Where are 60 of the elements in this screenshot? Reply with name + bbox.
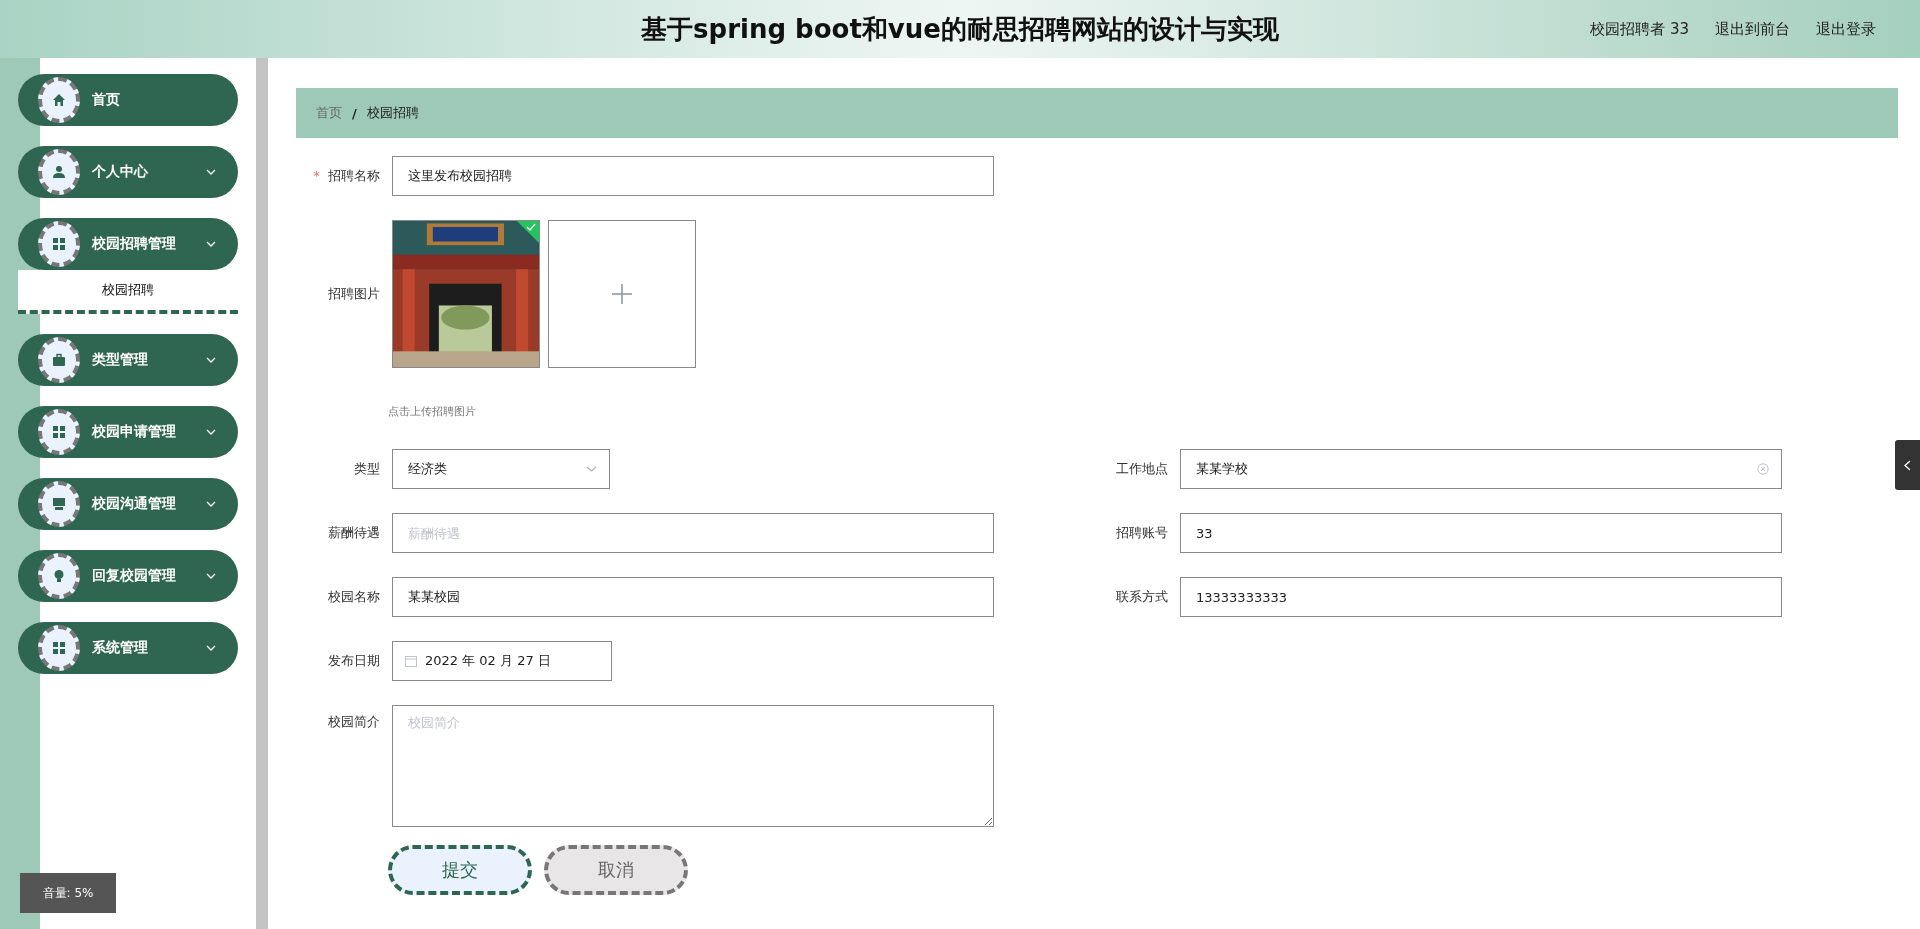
field-label: 发布日期 <box>328 653 380 668</box>
scrollbar[interactable] <box>256 58 268 929</box>
date-field[interactable]: 2022 年 02 月 27 日 <box>392 641 612 681</box>
volume-toast: 音量: 5% <box>20 873 116 913</box>
input-field[interactable]: 某某学校 <box>1180 449 1782 489</box>
chevron-icon <box>206 573 216 579</box>
field-label: 校园名称 <box>328 589 380 604</box>
input-field[interactable]: 这里发布校园招聘 <box>392 156 994 196</box>
menu-item[interactable]: 系统管理 <box>18 622 238 674</box>
field-label: 工作地点 <box>1116 461 1168 476</box>
input-field[interactable]: 某某校园 <box>392 577 994 617</box>
plus-icon <box>612 284 632 304</box>
upload-button[interactable] <box>548 220 696 368</box>
calendar-icon <box>405 655 417 667</box>
field-label: 校园简介 <box>328 714 380 729</box>
briefcase-icon <box>38 337 80 383</box>
menu-item[interactable]: 类型管理 <box>18 334 238 386</box>
header-link[interactable]: 退出登录 <box>1816 19 1876 39</box>
field-label: 招聘名称 <box>328 168 380 183</box>
field-label: 联系方式 <box>1116 589 1168 604</box>
menu-item[interactable]: 校园招聘管理 <box>18 218 238 270</box>
menu-item[interactable]: 首页 <box>18 74 238 126</box>
chevron-icon <box>586 466 597 472</box>
user-label: 校园招聘者 33 <box>1590 19 1689 39</box>
field-label: 薪酬待遇 <box>328 525 380 540</box>
required-mark: * <box>313 168 320 183</box>
chevron-icon <box>206 501 216 507</box>
chevron-icon <box>206 357 216 363</box>
menu-item[interactable]: 个人中心 <box>18 146 238 198</box>
site-title: 基于spring boot和vue的耐思招聘网站的设计与实现 <box>641 12 1279 46</box>
input-field[interactable]: 13333333333 <box>1180 577 1782 617</box>
menu-item[interactable]: 校园沟通管理 <box>18 478 238 530</box>
breadcrumb-separator: / <box>352 105 357 121</box>
upload-hint: 点击上传招聘图片 <box>388 404 477 419</box>
menu-item[interactable]: 校园申请管理 <box>18 406 238 458</box>
field-label: 招聘图片 <box>328 286 380 301</box>
cancel-button[interactable]: 取消 <box>544 845 688 895</box>
select-field[interactable]: 经济类 <box>392 449 610 489</box>
collapse-handle[interactable] <box>1895 440 1920 490</box>
user-icon <box>38 149 80 195</box>
chevron-icon <box>206 169 216 175</box>
field-label: 招聘账号 <box>1116 525 1168 540</box>
input-field[interactable]: 33 <box>1180 513 1782 553</box>
submit-button[interactable]: 提交 <box>388 845 532 895</box>
menu-item[interactable]: 回复校园管理 <box>18 550 238 602</box>
chevron-icon <box>206 429 216 435</box>
bulb-icon <box>38 553 80 599</box>
chevron-icon <box>206 645 216 651</box>
chevron-icon <box>1904 459 1911 471</box>
header-link[interactable]: 退出到前台 <box>1715 19 1790 39</box>
breadcrumb-item: 校园招聘 <box>366 104 419 122</box>
grid-icon <box>38 409 80 455</box>
grid-icon <box>38 221 80 267</box>
home-icon <box>38 77 80 123</box>
chevron-icon <box>206 241 216 247</box>
field-label: 类型 <box>354 461 380 476</box>
text-area[interactable]: 校园简介 <box>392 705 994 827</box>
grid-icon <box>38 625 80 671</box>
input-field[interactable]: 薪酬待遇 <box>392 513 994 553</box>
monitor-icon <box>38 481 80 527</box>
